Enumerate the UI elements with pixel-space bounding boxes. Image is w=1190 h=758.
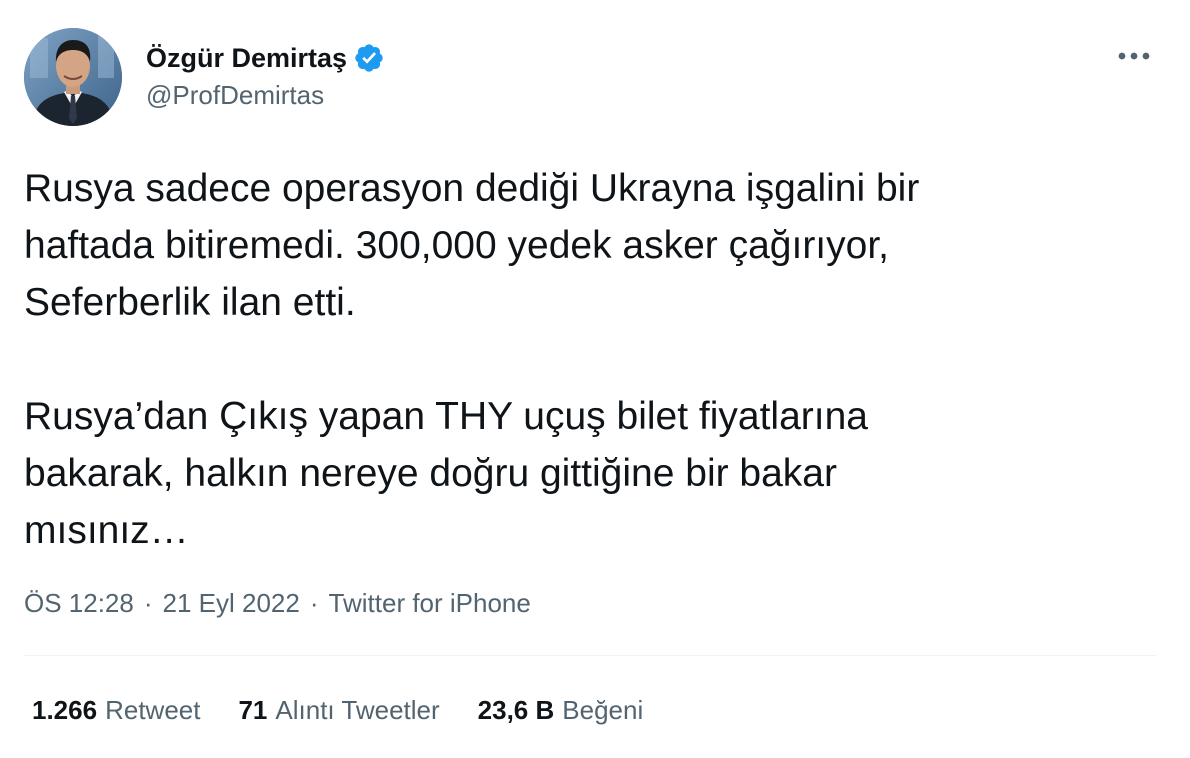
author-handle[interactable]: @ProfDemirtas bbox=[146, 80, 324, 111]
more-options-button[interactable] bbox=[1112, 40, 1156, 72]
tweet-text: Rusya sadece operasyon dediği Ukrayna iş… bbox=[24, 167, 920, 552]
quote-tweets-label: Alıntı Tweetler bbox=[275, 694, 440, 725]
retweets-label: Retweet bbox=[105, 694, 201, 725]
tweet-card: Özgür Demirtaş @ProfDemirtas Rusya sadec… bbox=[0, 0, 1190, 758]
quote-tweets-count: 71 bbox=[238, 694, 268, 725]
tweet-time[interactable]: ÖS 12:28 bbox=[24, 588, 134, 619]
retweets-count: 1.266 bbox=[32, 694, 98, 725]
likes-count: 23,6 B bbox=[477, 694, 555, 725]
engagement-stats: 1.266 Retweet 71 Alıntı Tweetler 23,6 B … bbox=[32, 690, 681, 730]
author-name-row: Özgür Demirtaş bbox=[146, 38, 385, 78]
tweet-date[interactable]: 21 Eyl 2022 bbox=[163, 588, 300, 619]
likes-stat[interactable]: 23,6 B Beğeni bbox=[478, 695, 644, 726]
meta-separator: · bbox=[143, 587, 153, 618]
likes-label: Beğeni bbox=[562, 694, 644, 725]
verified-badge-icon bbox=[353, 42, 385, 74]
divider bbox=[24, 655, 1156, 656]
retweets-stat[interactable]: 1.266 Retweet bbox=[32, 695, 200, 726]
quote-tweets-stat[interactable]: 71 Alıntı Tweetler bbox=[238, 695, 439, 726]
avatar-photo bbox=[24, 28, 122, 126]
meta-separator: · bbox=[309, 587, 319, 618]
ellipsis-icon bbox=[1118, 52, 1150, 60]
tweet-source[interactable]: Twitter for iPhone bbox=[329, 588, 531, 619]
author-display-name[interactable]: Özgür Demirtaş bbox=[146, 43, 347, 74]
avatar[interactable] bbox=[24, 28, 122, 126]
tweet-meta: ÖS 12:28 · 21 Eyl 2022 · Twitter for iPh… bbox=[24, 584, 531, 622]
